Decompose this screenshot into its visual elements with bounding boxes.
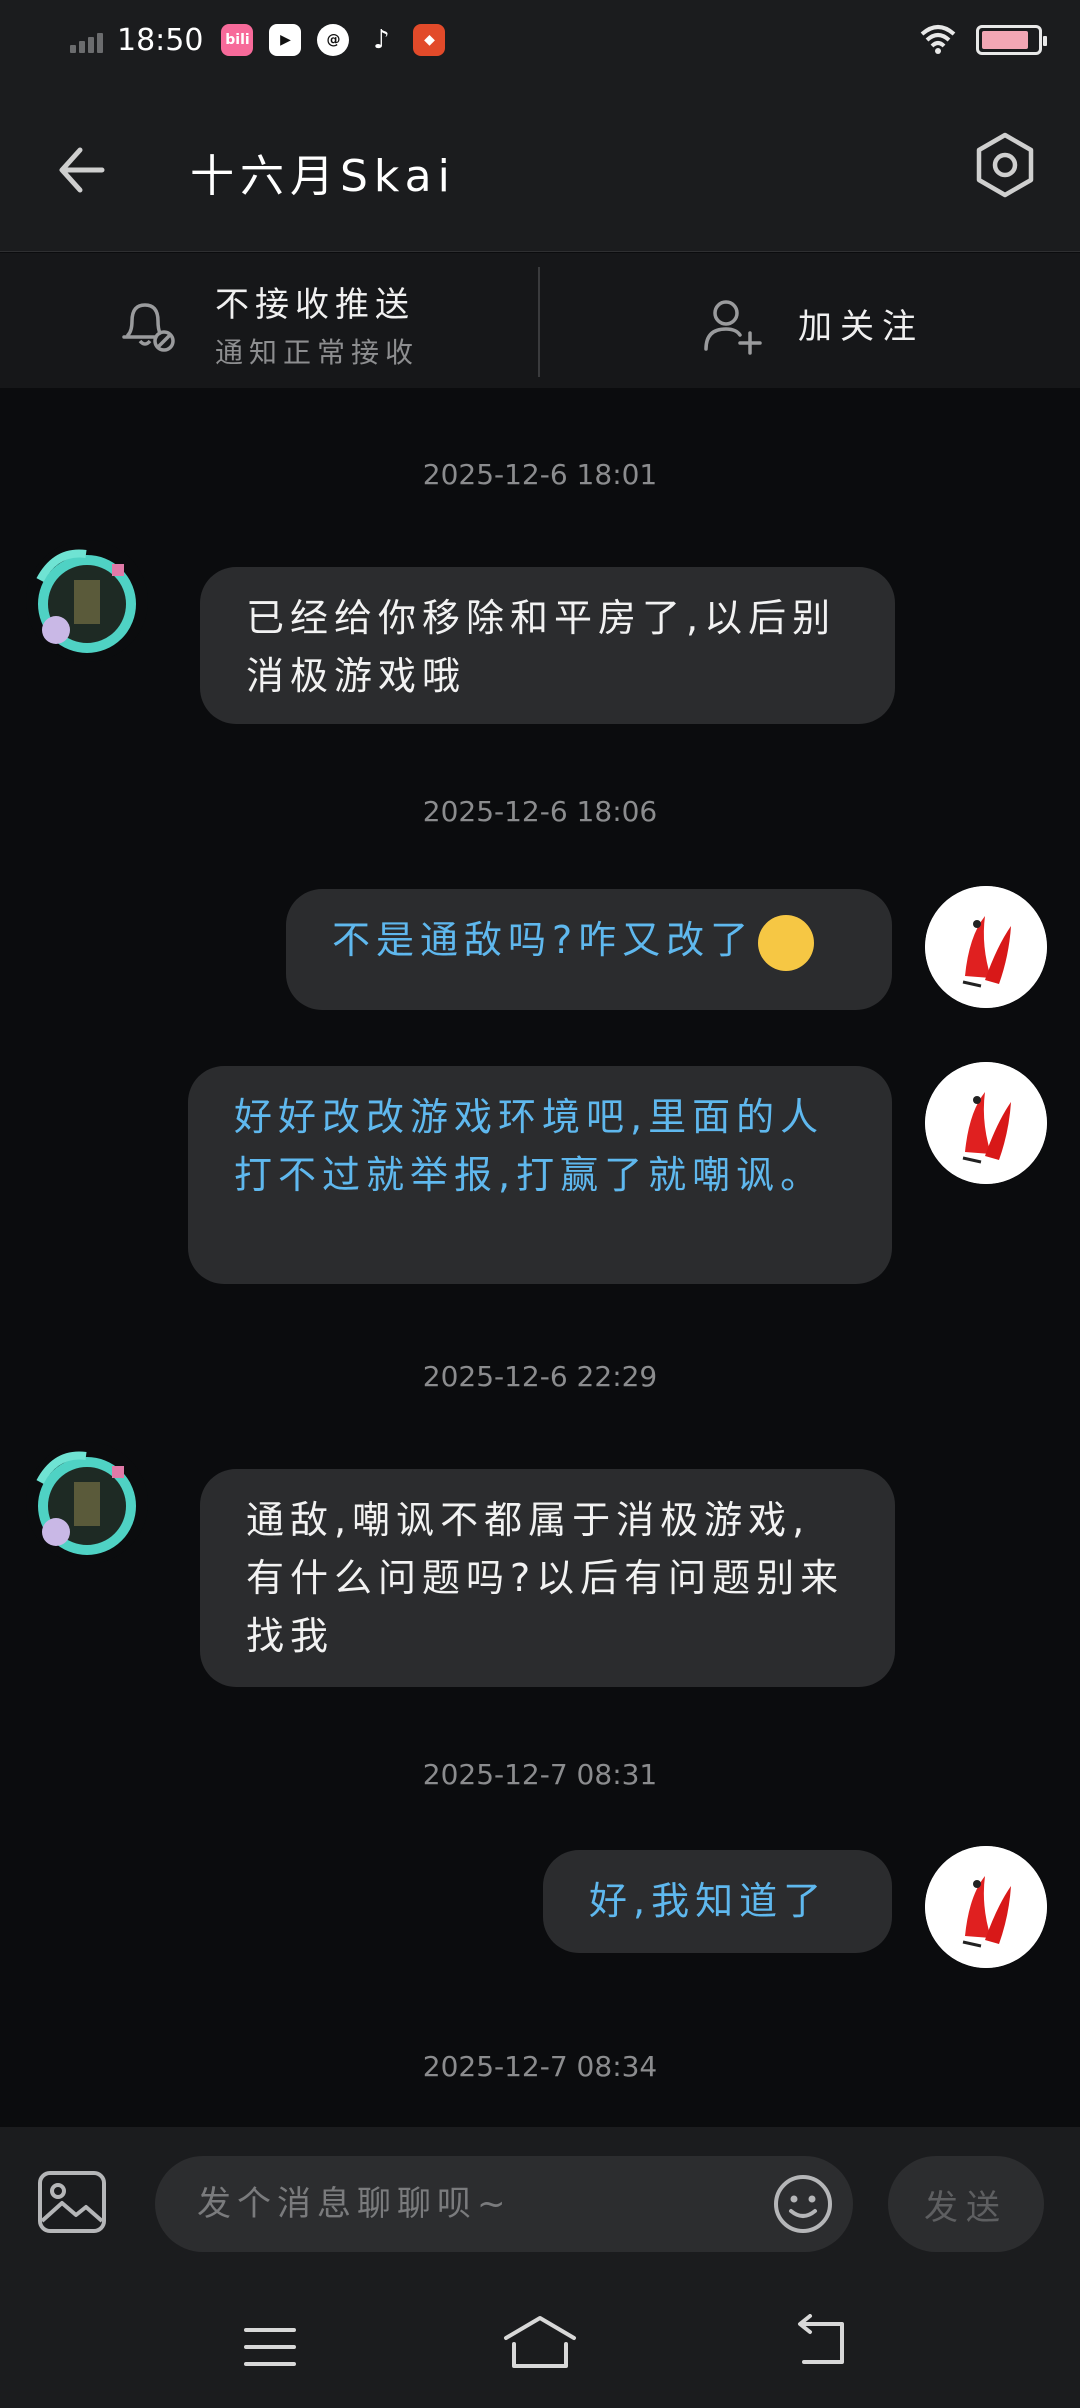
image-picker-icon[interactable] (36, 2169, 108, 2235)
message-text: 不是通敌吗?咋又改了 (332, 918, 755, 962)
my-avatar[interactable] (925, 1062, 1047, 1184)
bell-mute-icon (122, 303, 175, 352)
video-icon: ▶ (269, 24, 302, 56)
status-time: 18:50 (117, 22, 204, 58)
message-timestamp: 2025-12-7 08:34 (422, 2050, 658, 2083)
send-button[interactable]: 发送 (888, 2156, 1044, 2252)
composer-bar: 发送 (0, 2127, 1080, 2282)
emoji-picker-icon[interactable] (772, 2173, 834, 2235)
menu-icon[interactable] (240, 2322, 300, 2372)
message-bubble-incoming[interactable]: 通敌,嘲讽不都属于消极游戏,有什么问题吗?以后有问题别来找我 (200, 1469, 895, 1687)
push-subtitle: 通知正常接收 (215, 336, 420, 369)
home-icon[interactable] (500, 2312, 580, 2372)
tiktok-icon: ♪ (373, 25, 390, 55)
message-bubble-outgoing[interactable]: 好,我知道了 (543, 1850, 892, 1953)
contact-avatar[interactable] (26, 1442, 148, 1564)
add-user-icon (704, 300, 762, 355)
message-bubble-outgoing[interactable]: 好好改改游戏环境吧,里面的人打不过就举报,打赢了就嘲讽。 (188, 1066, 892, 1284)
action-bar: 不接收推送 通知正常接收 加关注 (0, 253, 1080, 388)
system-nav-bar (0, 2282, 1080, 2408)
message-timestamp: 2025-12-6 18:06 (422, 795, 658, 828)
follow-label: 加关注 (798, 307, 924, 347)
game-app-icon: ◆ (413, 24, 446, 56)
search-app-icon: @ (317, 24, 350, 56)
status-bar: 18:50 bili ▶ @ ♪ ◆ (0, 0, 1080, 80)
notification-icons: bili ▶ @ ♪ ◆ (221, 24, 446, 56)
message-timestamp: 2025-12-6 18:01 (422, 458, 658, 491)
wifi-icon (920, 25, 956, 54)
message-timestamp: 2025-12-7 08:31 (422, 1758, 658, 1791)
chat-header: 十六月Skai (0, 80, 1080, 252)
contact-avatar[interactable] (26, 540, 148, 662)
chat-title: 十六月Skai (190, 151, 456, 202)
message-timestamp: 2025-12-6 22:29 (422, 1360, 658, 1393)
settings-icon[interactable] (970, 130, 1040, 200)
message-bubble-outgoing[interactable]: 不是通敌吗?咋又改了 (286, 889, 892, 1010)
bilibili-icon: bili (221, 24, 254, 56)
signal-icon (70, 27, 103, 53)
mute-push-button[interactable]: 不接收推送 通知正常接收 (0, 253, 540, 388)
back-arrow-icon[interactable] (52, 140, 112, 200)
back-nav-icon[interactable] (790, 2314, 850, 2370)
follow-button[interactable]: 加关注 (540, 253, 1080, 388)
my-avatar[interactable] (925, 1846, 1047, 1968)
message-bubble-incoming[interactable]: 已经给你移除和平房了,以后别消极游戏哦 (200, 567, 895, 724)
message-input[interactable] (155, 2156, 853, 2252)
my-avatar[interactable] (925, 886, 1047, 1008)
battery-icon (976, 25, 1047, 55)
embarrassed-emoji-icon (758, 914, 815, 971)
push-title: 不接收推送 (215, 285, 415, 325)
